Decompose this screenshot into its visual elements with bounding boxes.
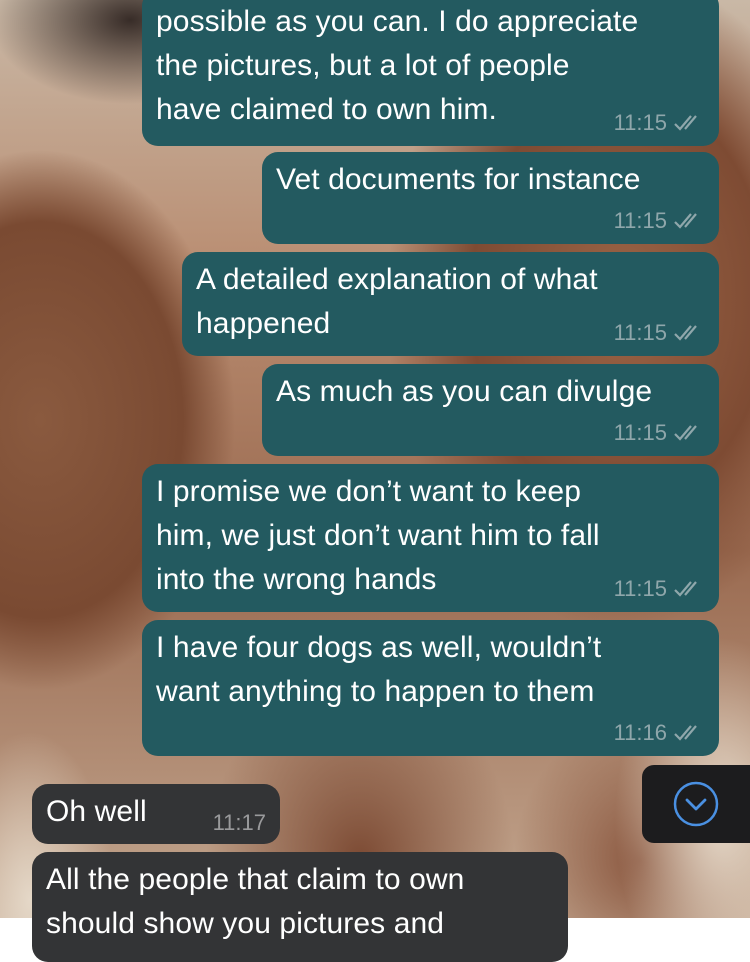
read-double-check-icon — [674, 581, 697, 597]
message-meta: 11:16 — [614, 720, 705, 746]
read-double-check-icon — [674, 425, 697, 441]
read-double-check-icon — [674, 725, 697, 741]
message-text: As much as you can divulge — [276, 375, 653, 408]
message-meta: 11:15 — [614, 420, 705, 446]
message-meta: 11:15 — [614, 320, 705, 346]
message-text: Vet documents for instance — [276, 163, 641, 196]
message-meta: 11:15 — [614, 110, 705, 136]
message-time: 11:16 — [613, 720, 667, 745]
message-meta: 11:15 — [614, 576, 705, 602]
message-bubble-outgoing[interactable]: I have four dogs as well, wouldn’t want … — [142, 620, 719, 756]
read-double-check-icon — [674, 213, 697, 229]
message-time: 11:15 — [613, 576, 667, 601]
message-text: I have four dogs as well, wouldn’t want … — [156, 631, 602, 708]
message-time: 11:15 — [613, 420, 667, 445]
message-bubble-outgoing[interactable]: I promise we don’t want to keep him, we … — [142, 464, 719, 612]
read-double-check-icon — [674, 115, 697, 131]
message-time: 11:15 — [613, 208, 667, 233]
message-time: 11:15 — [613, 320, 667, 345]
message-bubble-incoming[interactable]: All the people that claim to own should … — [32, 852, 568, 962]
message-bubble-incoming[interactable]: Oh well 11:17 — [32, 784, 280, 844]
message-bubble-outgoing[interactable]: As much as you can divulge 11:15 — [262, 364, 719, 456]
message-meta: 11:15 — [614, 208, 705, 234]
message-bubble-outgoing[interactable]: A detailed explanation of what happened … — [182, 252, 719, 356]
scroll-to-bottom-button[interactable] — [642, 765, 750, 843]
message-bubble-outgoing[interactable]: Vet documents for instance 11:15 — [262, 152, 719, 244]
read-double-check-icon — [674, 325, 697, 341]
message-time: 11:17 — [212, 810, 266, 835]
message-text: All the people that claim to own should … — [46, 863, 465, 940]
message-time: 11:15 — [613, 110, 667, 135]
message-bubble-outgoing[interactable]: possible as you can. I do appreciate the… — [142, 0, 719, 146]
message-meta: 11:17 — [213, 810, 266, 836]
chevron-down-circle-icon — [673, 781, 719, 827]
